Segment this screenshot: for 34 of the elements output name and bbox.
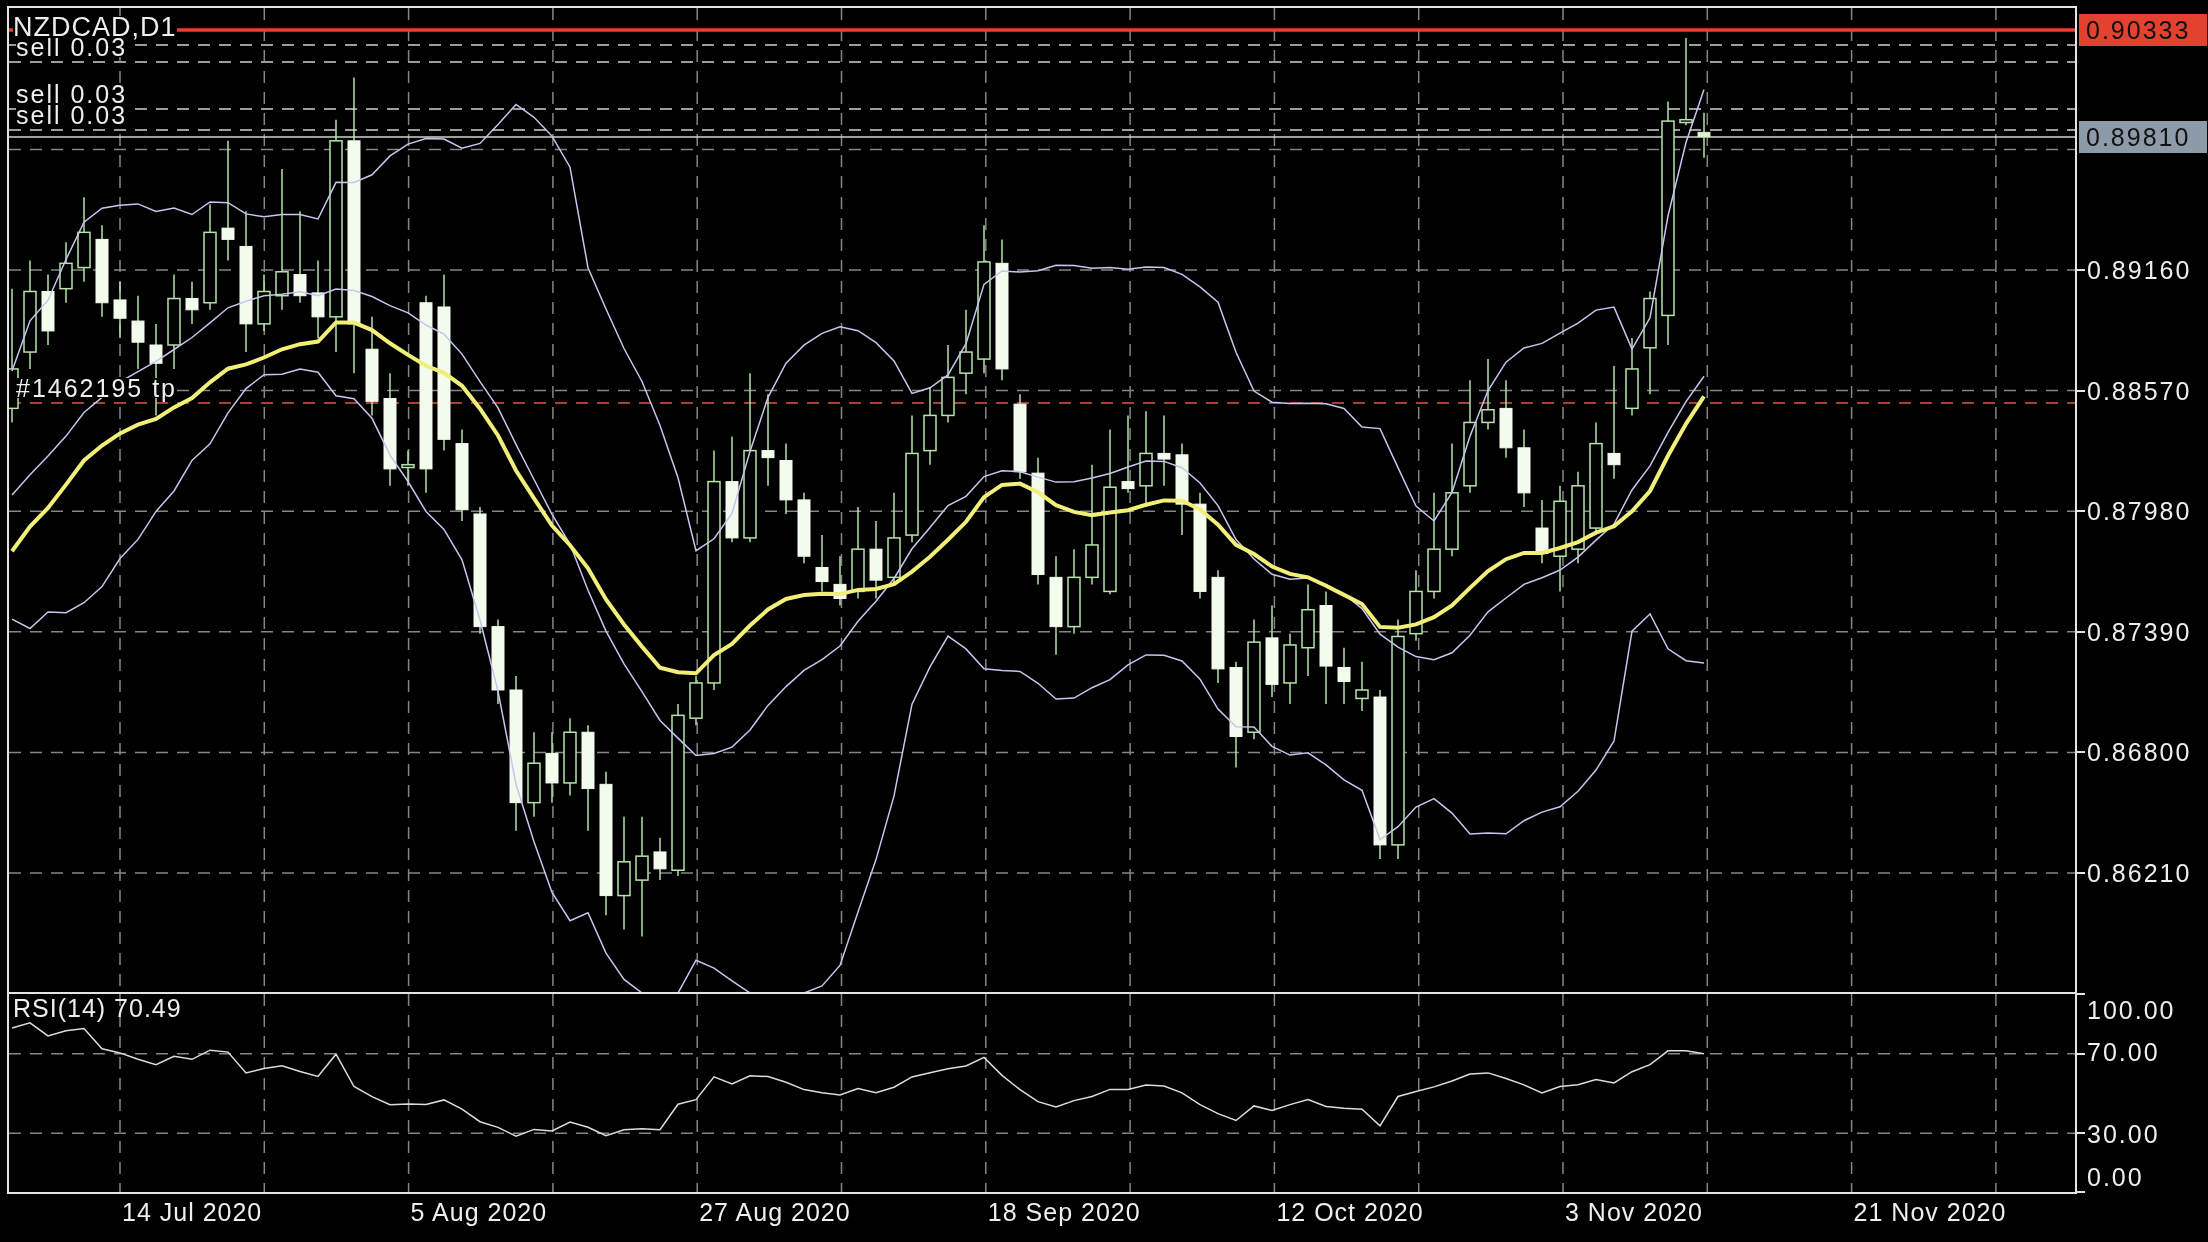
bearish-candlestick (185, 280, 199, 325)
rsi-axis-label: 30.00 (2087, 1124, 2160, 1144)
bearish-candlestick (1697, 111, 1711, 159)
price-axis-label: 0.88570 (2087, 380, 2192, 401)
date-axis-label: 3 Nov 2020 (1565, 1202, 1703, 1222)
price-axis-label: 0.87980 (2087, 501, 2192, 522)
bullish-candlestick (689, 675, 703, 726)
bullish-candlestick (401, 449, 415, 487)
date-axis-label: 12 Oct 2020 (1276, 1202, 1424, 1222)
price-axis-label: 0.86210 (2087, 863, 2192, 883)
price-axis-label: 0.87390 (2087, 621, 2192, 642)
order-label: sell 0.03 (16, 37, 128, 57)
bearish-candlestick (653, 837, 667, 881)
bearish-candlestick (833, 555, 847, 607)
order-label: sell 0.03 (16, 84, 128, 104)
bearish-candlestick (797, 492, 811, 564)
price-axis-label: 0.86800 (2087, 742, 2192, 763)
order-label: sell 0.03 (16, 105, 128, 125)
bullish-candlestick (1355, 661, 1369, 712)
bearish-candlestick (113, 280, 127, 339)
chart-title: NZDCAD,D1 (13, 16, 177, 38)
rsi-axis-label: 70.00 (2087, 1042, 2160, 1062)
bearish-candlestick (815, 534, 829, 593)
bullish-candlestick (257, 273, 271, 332)
rsi-axis-label: 0.00 (2087, 1167, 2144, 1187)
date-axis-label: 21 Nov 2020 (1853, 1202, 2007, 1222)
bearish-candlestick (1535, 499, 1549, 564)
price-tag: 0.89810 (2079, 121, 2207, 153)
price-axis-label: 0.89160 (2087, 260, 2192, 280)
rsi-axis-label: 100.00 (2087, 1000, 2176, 1020)
price-tag: 0.90333 (2079, 14, 2207, 46)
bullish-candlestick (59, 241, 73, 304)
date-axis-label: 14 Jul 2020 (122, 1202, 263, 1222)
bearish-candlestick (1337, 647, 1351, 705)
